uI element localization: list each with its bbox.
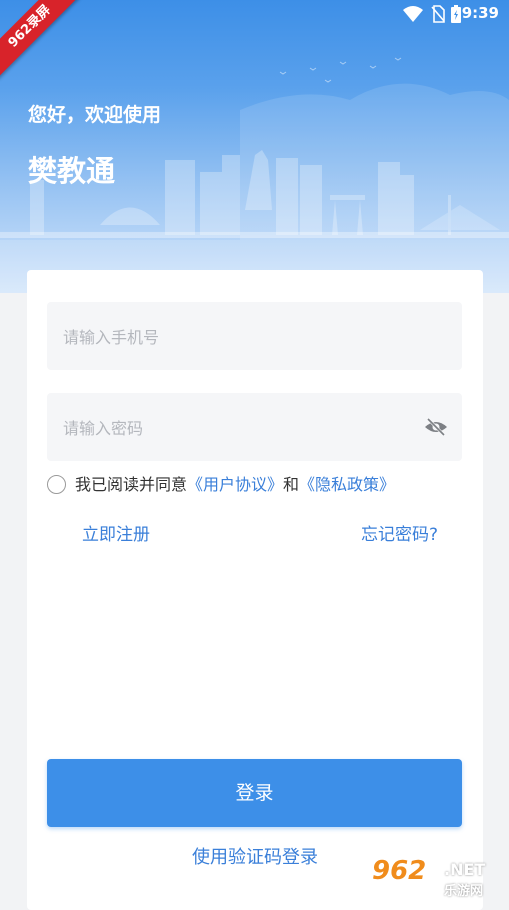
- register-link[interactable]: 立即注册: [82, 520, 150, 545]
- forgot-password-link[interactable]: 忘记密码?: [361, 520, 438, 545]
- login-card: 我已阅读并同意《用户协议》和《隐私政策》 立即注册 忘记密码? 登录 使用验证码…: [27, 270, 483, 910]
- header-banner: 9:39 962录屏 您好，欢迎使用 樊教通: [0, 0, 509, 293]
- status-time: 9:39: [461, 4, 499, 22]
- watermark-cn: 乐游网: [444, 884, 484, 899]
- wifi-icon: [403, 6, 423, 22]
- phone-field-wrapper: [47, 302, 462, 372]
- no-sim-icon: [431, 5, 445, 23]
- watermark-number: 962: [372, 856, 427, 886]
- site-watermark: 962 .NET 乐游网: [372, 856, 502, 900]
- city-skyline-illustration: [0, 57, 509, 293]
- phone-input[interactable]: [61, 302, 405, 372]
- battery-icon: [451, 5, 461, 23]
- watermark-net: .NET: [444, 860, 486, 879]
- login-button[interactable]: 登录: [47, 759, 462, 827]
- password-input[interactable]: [61, 393, 405, 463]
- agree-radio[interactable]: [47, 475, 66, 494]
- app-title: 樊教通: [28, 154, 116, 188]
- eye-off-icon[interactable]: [424, 417, 448, 437]
- agreement-text: 我已阅读并同意《用户协议》和《隐私政策》: [75, 474, 395, 496]
- agree-and: 和: [283, 475, 300, 494]
- agree-prefix: 我已阅读并同意: [75, 475, 188, 494]
- password-field-wrapper: [47, 393, 462, 463]
- privacy-policy-link[interactable]: 《隐私政策》: [299, 475, 395, 494]
- user-agreement-link[interactable]: 《用户协议》: [187, 475, 283, 494]
- greeting-text: 您好，欢迎使用: [28, 104, 162, 126]
- status-bar: 9:39: [0, 0, 509, 30]
